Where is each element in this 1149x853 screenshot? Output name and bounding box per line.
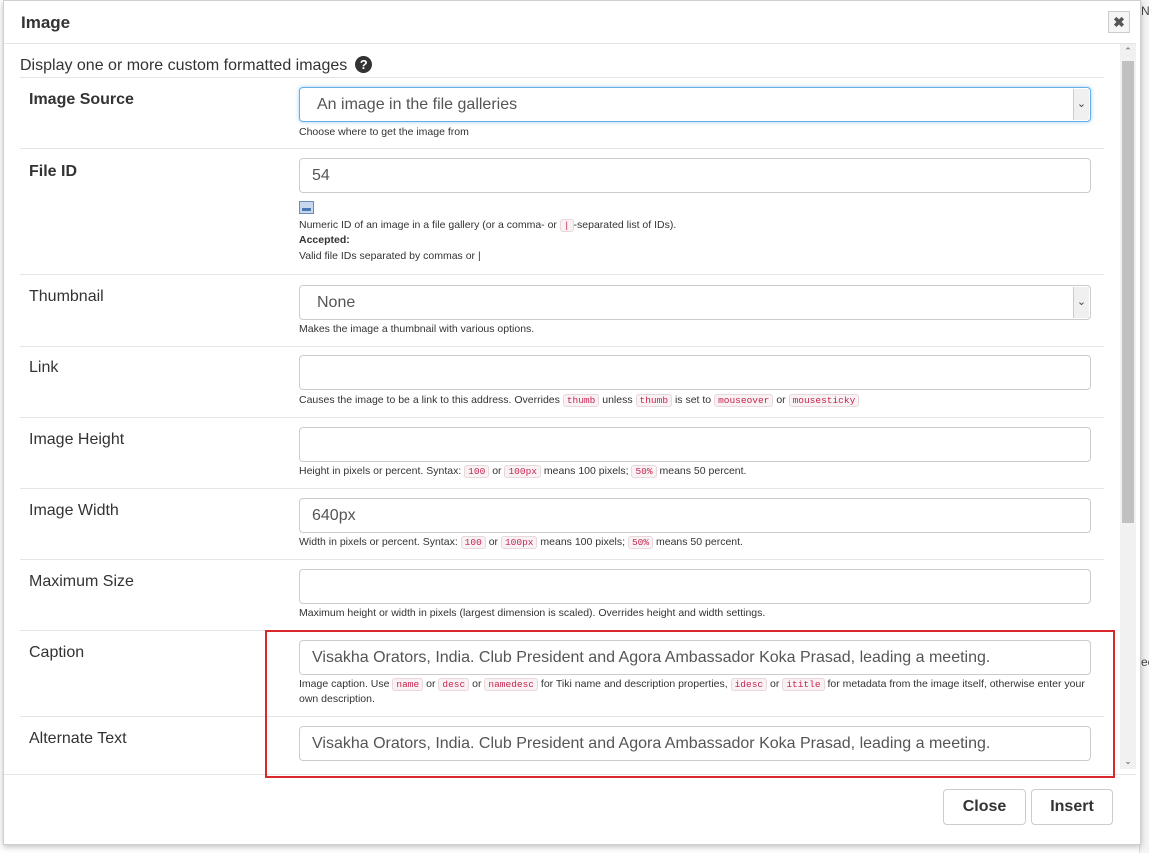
help-text: means 50 percent. [656,536,743,548]
row-link: Link Causes the image to be a link to th… [20,347,1104,418]
image-source-help: Choose where to get the image from [299,126,469,138]
code-snippet: ititle [782,678,825,691]
help-text: unless [602,394,633,406]
caption-help: Image caption. Use name or desc or named… [299,677,1089,707]
code-snippet: 50% [627,536,654,549]
alternate-text-label: Alternate Text [29,730,127,747]
code-snippet: idesc [730,678,768,691]
accepted-label: Accepted: [299,234,350,246]
file-gallery-icon[interactable] [299,201,314,214]
help-text: or [426,678,436,690]
scroll-down-icon[interactable]: ⌄ [1120,754,1136,769]
alternate-text-input[interactable]: Visakha Orators, India. Club President a… [299,726,1091,761]
file-id-value: 54 [312,167,330,184]
help-text: or [472,678,482,690]
intro-text: Display one or more custom formatted ima… [20,57,348,74]
help-text: Numeric ID of an image in a file gallery… [299,219,560,231]
image-height-input[interactable] [299,427,1091,462]
scroll-thumb[interactable] [1122,61,1134,523]
image-source-select[interactable]: An image in the file galleries ⌄ [299,87,1091,122]
help-text: or [770,678,780,690]
close-icon[interactable]: ✖ [1108,11,1130,33]
help-text: Image caption. Use [299,678,390,690]
link-label: Link [29,359,59,376]
row-image-width: Image Width 640px Width in pixels or per… [20,489,1104,560]
accepted-text: Valid file IDs separated by commas or | [299,250,481,262]
help-text: means 100 pixels; [540,536,626,548]
help-text: Width in pixels or percent. Syntax: [299,536,458,548]
image-width-value: 640px [312,507,356,524]
caption-input[interactable]: Visakha Orators, India. Club President a… [299,640,1091,675]
code-snippet: 50% [631,465,657,478]
image-source-value: An image in the file galleries [317,96,518,113]
maximum-size-label: Maximum Size [29,573,134,590]
chevron-down-icon: ⌄ [1073,89,1089,120]
code-snippet: mouseover [714,394,774,407]
code-snippet: mousesticky [788,394,860,407]
image-height-help: Height in pixels or percent. Syntax: 100… [299,464,1089,479]
code-snippet: thumb [635,394,673,407]
image-source-label: Image Source [29,91,134,108]
caption-label: Caption [29,644,85,661]
link-input[interactable] [299,355,1091,390]
image-height-label: Image Height [29,431,125,448]
dialog-header: Image ✖ [4,1,1136,44]
help-text: means 50 percent. [659,465,747,477]
help-text: Causes the image to be a link to this ad… [299,394,560,406]
maximum-size-help: Maximum height or width in pixels (large… [299,607,766,619]
alternate-text-value: Visakha Orators, India. Club President a… [312,735,991,752]
file-id-input[interactable]: 54 [299,158,1091,193]
row-maximum-size: Maximum Size Maximum height or width in … [20,560,1104,631]
thumbnail-select[interactable]: None ⌄ [299,285,1091,320]
code-snippet: namedesc [484,678,538,691]
help-text: means 100 pixels; [543,465,629,477]
dialog-body: Display one or more custom formatted ima… [4,44,1136,774]
code-snippet: 100 [460,536,486,549]
help-text: for Tiki name and description properties… [540,678,728,690]
dialog-intro: Display one or more custom formatted ima… [20,56,373,75]
close-button[interactable]: Close [943,789,1026,825]
code-snippet: 100px [500,536,538,549]
row-image-height: Image Height Height in pixels or percent… [20,418,1104,489]
image-plugin-dialog: Image ✖ Display one or more custom forma… [3,0,1141,845]
image-width-input[interactable]: 640px [299,498,1091,533]
thumbnail-value: None [317,294,356,311]
code-snippet: desc [438,678,470,691]
row-caption: Caption Visakha Orators, India. Club Pre… [20,631,1104,717]
row-file-id: File ID 54 Numeric ID of an image in a f… [20,149,1104,275]
code-snippet: name [392,678,424,691]
thumbnail-label: Thumbnail [29,288,104,305]
background-text: ec [1141,655,1149,669]
chevron-down-icon: ⌄ [1073,287,1089,318]
thumbnail-help: Makes the image a thumbnail with various… [299,323,535,335]
help-text: or [492,465,502,477]
code-snippet: | [559,219,574,232]
scroll-up-icon[interactable]: ⌃ [1120,44,1136,59]
row-thumbnail: Thumbnail None ⌄ Makes the image a thumb… [20,275,1104,347]
help-text: or [776,394,786,406]
file-id-help: Numeric ID of an image in a file gallery… [299,218,1089,233]
row-alternate-text: Alternate Text Visakha Orators, India. C… [20,717,1104,774]
image-width-help: Width in pixels or percent. Syntax: 100 … [299,535,1089,550]
footer-divider [4,774,1136,775]
link-help: Causes the image to be a link to this ad… [299,393,1089,408]
help-text: or [488,536,499,548]
help-text: is set to [674,394,712,406]
help-text: -separated list of IDs). [573,219,677,231]
dialog-title: Image [21,13,71,32]
help-text: Height in pixels or percent. Syntax: [299,465,462,477]
code-snippet: 100px [504,465,541,478]
file-id-label: File ID [29,163,78,180]
row-image-source: Image Source An image in the file galler… [20,78,1104,149]
image-width-label: Image Width [29,502,119,519]
code-snippet: 100 [464,465,490,478]
maximum-size-input[interactable] [299,569,1091,604]
insert-button[interactable]: Insert [1031,789,1113,825]
caption-value: Visakha Orators, India. Club President a… [312,649,991,666]
code-snippet: thumb [562,394,600,407]
background-text: Ne [1141,4,1149,18]
question-circle-icon[interactable]: ? [355,56,373,73]
dialog-scrollbar[interactable]: ⌃ ⌄ [1120,44,1136,769]
